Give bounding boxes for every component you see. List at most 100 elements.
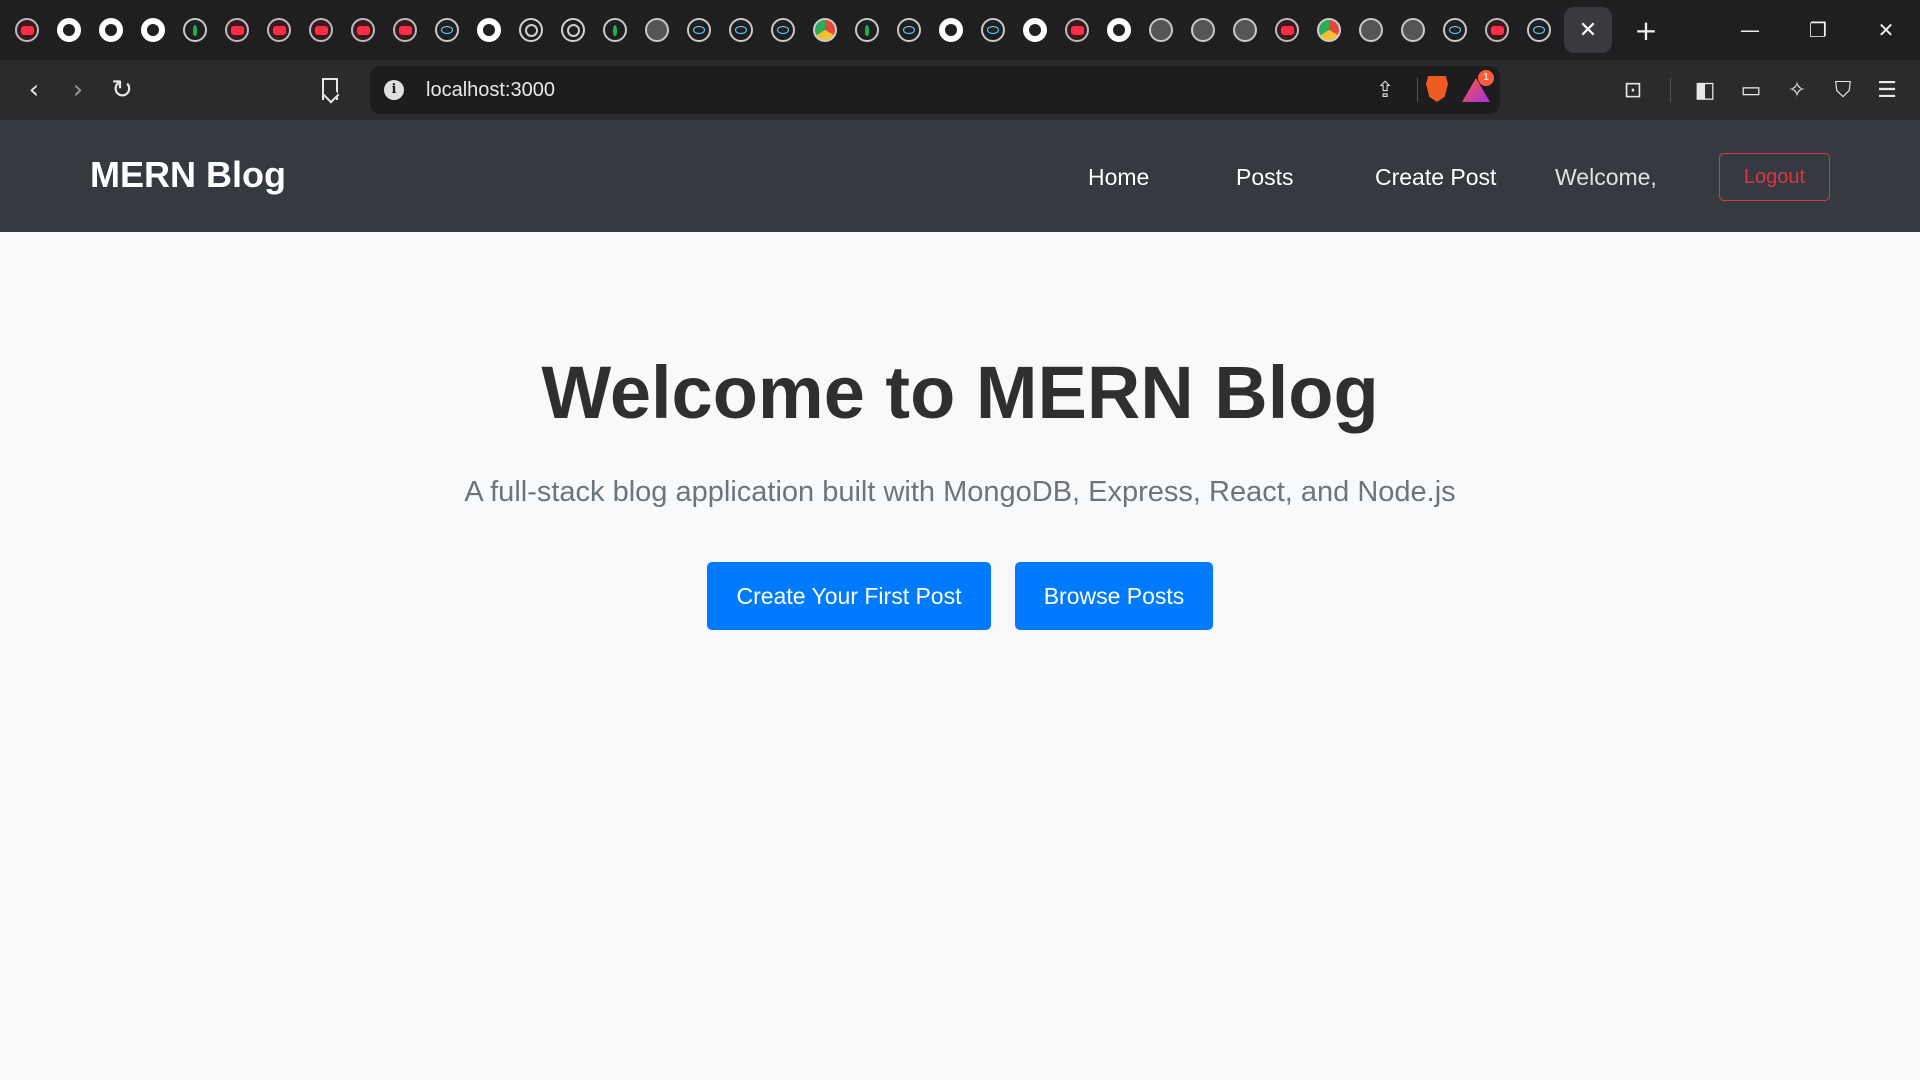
nav-link-posts[interactable]: Posts: [1236, 164, 1294, 191]
browser-tab[interactable]: [636, 8, 678, 52]
share-icon[interactable]: ⇪: [1376, 78, 1400, 103]
youtube-icon: [351, 18, 375, 42]
close-window-button[interactable]: ✕: [1852, 0, 1920, 60]
browser-tab[interactable]: [972, 8, 1014, 52]
youtube-icon: [225, 18, 249, 42]
sidebar-icon[interactable]: ◧: [1688, 72, 1722, 108]
browser-tab[interactable]: [1014, 8, 1056, 52]
github-icon: [57, 18, 81, 42]
page-subtitle: A full-stack blog application built with…: [464, 476, 1456, 508]
brave-shields-icon[interactable]: [1426, 76, 1448, 102]
nav-link-create-post[interactable]: Create Post: [1375, 164, 1496, 191]
browser-tab[interactable]: [510, 8, 552, 52]
window-controls: — ❐ ✕: [1716, 0, 1920, 60]
forward-button[interactable]: ›: [60, 72, 96, 108]
github-icon: [477, 18, 501, 42]
create-first-post-button[interactable]: Create Your First Post: [707, 562, 991, 630]
browse-posts-button[interactable]: Browse Posts: [1015, 562, 1213, 630]
browser-tab[interactable]: [48, 8, 90, 52]
browser-tab[interactable]: [468, 8, 510, 52]
browser-tab[interactable]: [720, 8, 762, 52]
bookmark-icon[interactable]: [322, 78, 338, 100]
minimize-button[interactable]: —: [1716, 0, 1784, 60]
browser-tab[interactable]: [90, 8, 132, 52]
browser-tab[interactable]: [930, 8, 972, 52]
browser-tab[interactable]: [804, 8, 846, 52]
browser-tab[interactable]: [1098, 8, 1140, 52]
browser-tab[interactable]: [1392, 8, 1434, 52]
browser-tab[interactable]: [1056, 8, 1098, 52]
chrome-icon: [813, 18, 837, 42]
mongodb-icon: [183, 18, 207, 42]
edge-icon: [981, 18, 1005, 42]
page-title: Welcome to MERN Blog: [541, 351, 1379, 434]
welcome-text: Welcome,: [1555, 164, 1657, 190]
browser-tab[interactable]: [6, 8, 48, 52]
browser-tab[interactable]: [342, 8, 384, 52]
github-icon: [99, 18, 123, 42]
openai-icon: [561, 18, 585, 42]
browser-tab[interactable]: [174, 8, 216, 52]
browser-tab[interactable]: [1350, 8, 1392, 52]
browser-toolbar: ‹ › ↻ i localhost:3000 ⇪ 1 ⊡ ◧ ▭ ✧ ⛉ ☰: [0, 60, 1920, 120]
wallet-icon[interactable]: ▭: [1734, 72, 1768, 108]
browser-tab[interactable]: [258, 8, 300, 52]
github-icon: [1107, 18, 1131, 42]
mongodb-icon: [603, 18, 627, 42]
browser-tab[interactable]: [426, 8, 468, 52]
browser-tab[interactable]: [762, 8, 804, 52]
browser-tab[interactable]: [300, 8, 342, 52]
address-bar[interactable]: i localhost:3000 ⇪ 1: [370, 66, 1500, 114]
app-navbar: MERN Blog Home Posts Create Post Welcome…: [0, 120, 1920, 232]
openai-icon: [519, 18, 543, 42]
tab-list: ✕ +: [6, 7, 1666, 53]
leo-ai-icon[interactable]: ✧: [1780, 72, 1814, 108]
active-tab-close-icon[interactable]: ✕: [1564, 7, 1612, 53]
github-icon: [939, 18, 963, 42]
react-icon: [771, 18, 795, 42]
menu-icon[interactable]: ☰: [1870, 72, 1904, 108]
browser-tab[interactable]: [1476, 8, 1518, 52]
react-icon: [897, 18, 921, 42]
reload-button[interactable]: ↻: [104, 72, 140, 108]
logout-button[interactable]: Logout: [1719, 153, 1830, 201]
divider: [1417, 78, 1418, 102]
back-button[interactable]: ‹: [16, 72, 52, 108]
browser-tab[interactable]: [216, 8, 258, 52]
new-tab-button[interactable]: +: [1626, 8, 1666, 52]
globe-icon: [1149, 18, 1173, 42]
browser-tab[interactable]: [1308, 8, 1350, 52]
brand-logo[interactable]: MERN Blog: [90, 154, 286, 196]
youtube-icon: [309, 18, 333, 42]
globe-icon: [645, 18, 669, 42]
restore-button[interactable]: ❐: [1784, 0, 1852, 60]
browser-tab[interactable]: [552, 8, 594, 52]
globe-icon: [1233, 18, 1257, 42]
browser-tab[interactable]: [678, 8, 720, 52]
browser-tab[interactable]: [1518, 8, 1560, 52]
gmail-icon: [393, 18, 417, 42]
vpn-icon[interactable]: ⛉: [1826, 72, 1860, 108]
browser-tab[interactable]: [888, 8, 930, 52]
site-info-icon[interactable]: i: [384, 80, 404, 100]
browser-tab[interactable]: [1434, 8, 1476, 52]
github-icon: [141, 18, 165, 42]
browser-tab[interactable]: [1182, 8, 1224, 52]
reader-mode-icon[interactable]: ⊡: [1616, 72, 1650, 108]
browser-tab[interactable]: [1266, 8, 1308, 52]
youtube-icon: [267, 18, 291, 42]
brave-icon: [15, 18, 39, 42]
brave-icon: [1065, 18, 1089, 42]
browser-tab[interactable]: [384, 8, 426, 52]
globe-icon: [1359, 18, 1383, 42]
nav-link-home[interactable]: Home: [1088, 164, 1149, 191]
browser-tab[interactable]: [132, 8, 174, 52]
browser-tab[interactable]: [594, 8, 636, 52]
address-text[interactable]: localhost:3000: [426, 79, 555, 102]
browser-tab[interactable]: [1140, 8, 1182, 52]
tailwind-icon: [1443, 18, 1467, 42]
react-icon: [435, 18, 459, 42]
vite-icon: [1527, 18, 1551, 42]
browser-tab[interactable]: [846, 8, 888, 52]
browser-tab[interactable]: [1224, 8, 1266, 52]
